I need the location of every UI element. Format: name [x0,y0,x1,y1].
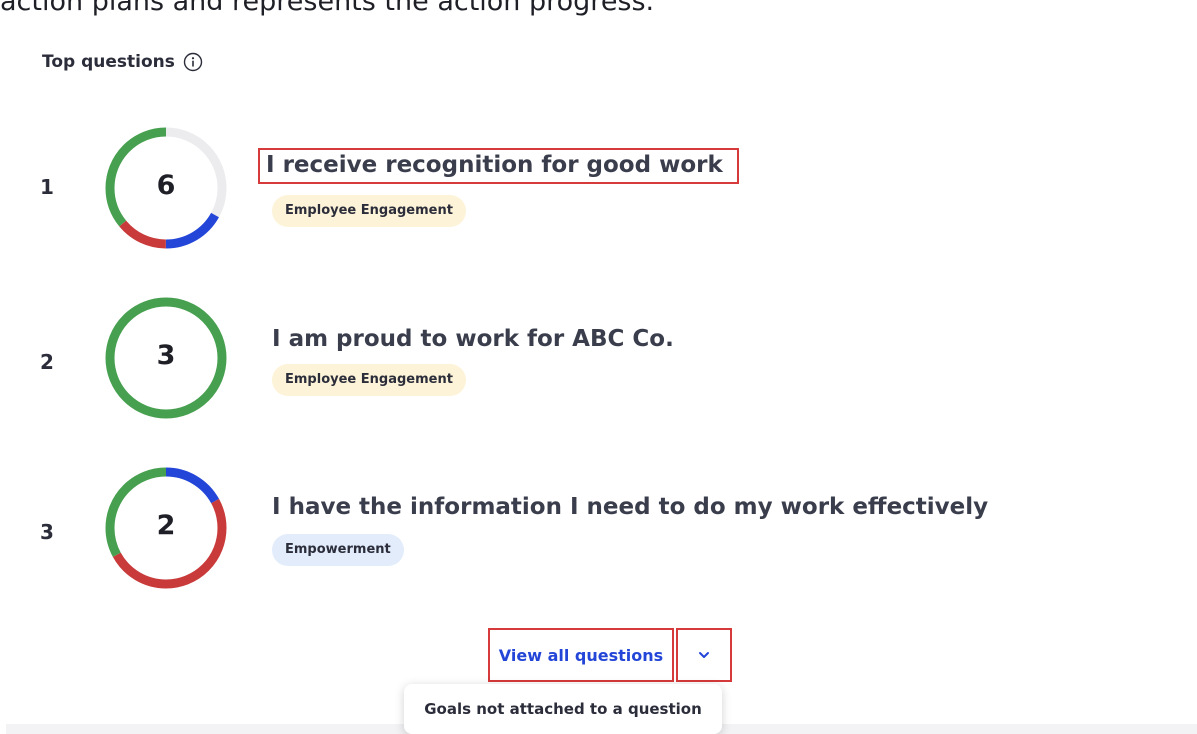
question-rank: 2 [40,350,54,374]
question-rank: 3 [40,520,54,544]
question-row-3: 3 2 I have the information I need to do … [0,460,1197,600]
question-tag: Empowerment [272,534,404,566]
question-row-2: 2 3 I am proud to work for ABC Co. Emplo… [0,290,1197,430]
dropdown-item-goals-not-attached[interactable]: Goals not attached to a question [404,684,722,734]
intro-text: action plans and represents the action p… [0,0,655,17]
section-title: Top questions [42,52,203,72]
question-score-value: 6 [156,170,176,201]
question-row-1: 1 6 I receive recognition for good work … [0,120,1197,260]
question-text[interactable]: I have the information I need to do my w… [272,494,988,520]
view-all-dropdown-toggle[interactable] [676,628,732,682]
question-score-value: 3 [156,340,176,371]
question-rank: 1 [40,175,54,199]
chevron-down-icon [699,652,709,658]
info-circle-icon[interactable] [183,52,203,72]
question-tag: Employee Engagement [272,364,466,396]
question-text[interactable]: I am proud to work for ABC Co. [272,326,674,352]
question-tag: Employee Engagement [272,195,466,227]
section-title-label: Top questions [42,52,175,72]
view-all-questions-button[interactable]: View all questions [488,628,674,682]
question-text[interactable]: I receive recognition for good work [258,148,739,184]
question-score-value: 2 [156,510,176,541]
view-all-control: View all questions [488,628,732,682]
